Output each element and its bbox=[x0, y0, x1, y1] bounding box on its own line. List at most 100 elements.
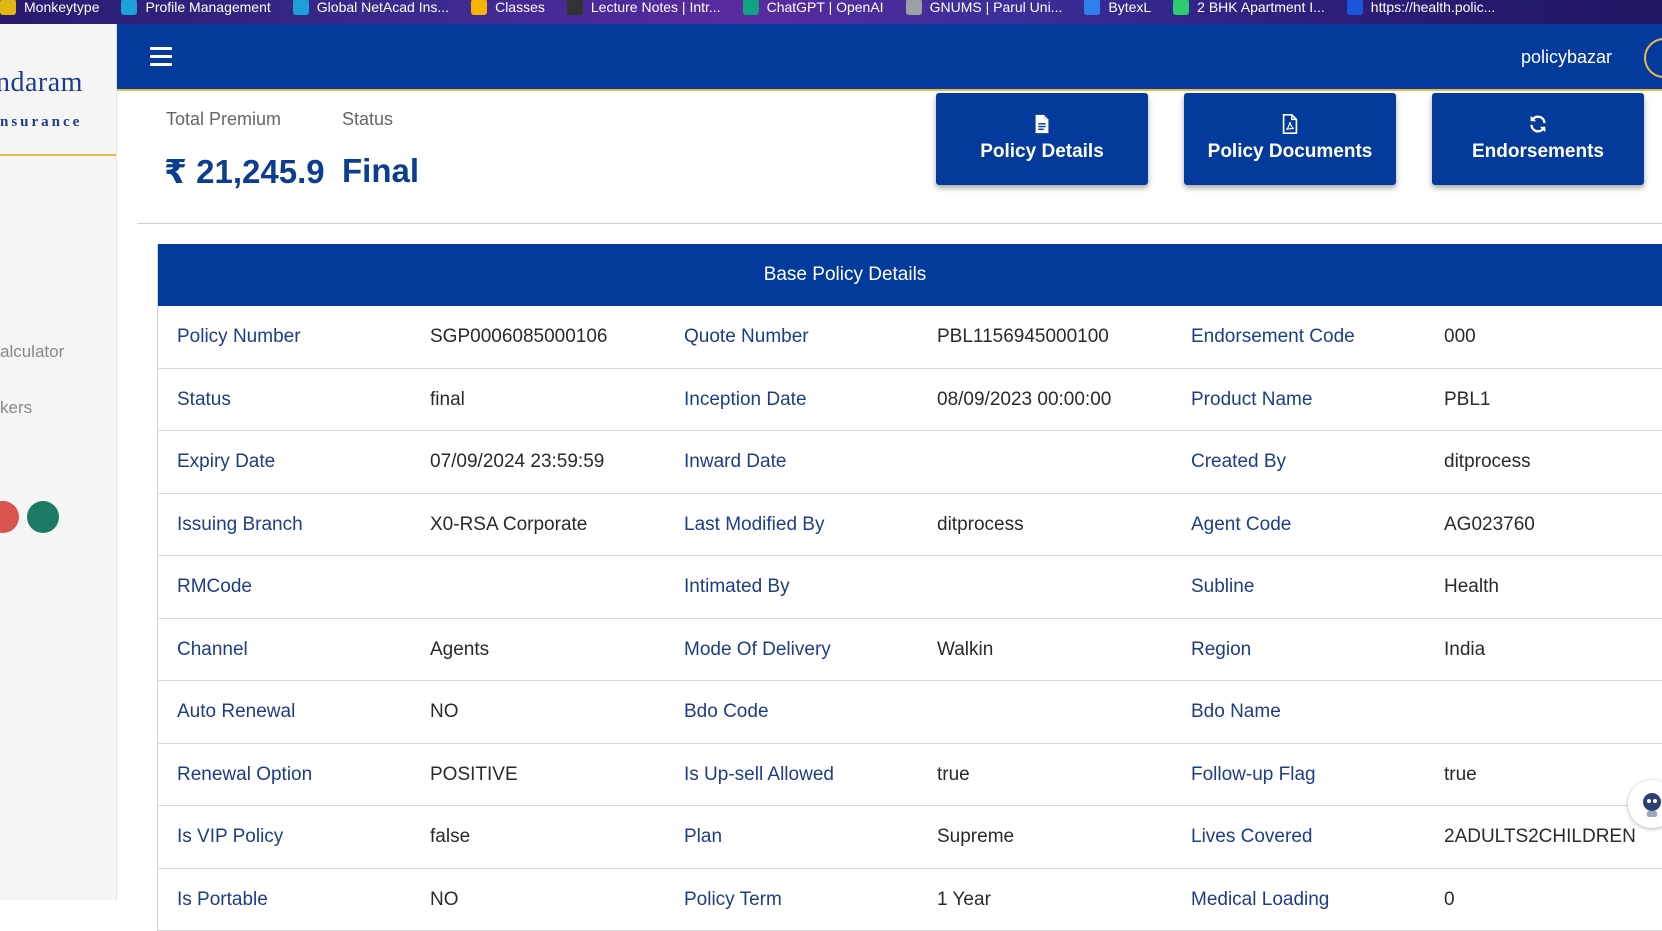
file-text-icon bbox=[1031, 113, 1053, 135]
globe-icon bbox=[906, 0, 922, 15]
bookmark-item[interactable]: 2 BHK Apartment I... bbox=[1173, 0, 1325, 15]
status-dot-green[interactable] bbox=[27, 501, 59, 533]
section-divider bbox=[137, 223, 1662, 224]
table-row: RMCode Intimated By Subline Health bbox=[158, 556, 1662, 619]
brand-name[interactable]: policybazar bbox=[1521, 47, 1612, 68]
table-row: ChannelAgentsMode Of DeliveryWalkinRegio… bbox=[158, 619, 1662, 682]
monkeytype-icon bbox=[0, 0, 16, 15]
field-label: Bdo Name bbox=[1191, 681, 1281, 743]
field-value: 2ADULTS2CHILDREN bbox=[1444, 806, 1636, 868]
field-value: false bbox=[430, 806, 470, 868]
field-value: Health bbox=[1444, 556, 1499, 618]
user-avatar[interactable] bbox=[1644, 38, 1662, 78]
bookmark-item[interactable]: ChatGPT | OpenAI bbox=[743, 0, 884, 15]
bookmark-item[interactable]: BytexL bbox=[1084, 0, 1151, 15]
field-label: Lives Covered bbox=[1191, 806, 1312, 868]
bookmark-label: GNUMS | Parul Uni... bbox=[930, 0, 1063, 14]
field-label: Inward Date bbox=[684, 431, 786, 493]
table-row: Status final Inception Date 08/09/2023 00:0… bbox=[158, 369, 1662, 432]
field-value: 07/09/2024 23:59:59 bbox=[430, 431, 604, 493]
policy-documents-label: Policy Documents bbox=[1184, 141, 1396, 163]
field-value: X0-RSA Corporate bbox=[430, 494, 587, 556]
field-label: Is VIP Policy bbox=[177, 806, 283, 868]
bookmark-label: Monkeytype bbox=[24, 0, 99, 14]
bookmark-label: 2 BHK Apartment I... bbox=[1197, 0, 1325, 14]
bookmark-item[interactable]: GNUMS | Parul Uni... bbox=[906, 0, 1063, 15]
field-label: Last Modified By bbox=[684, 494, 824, 556]
table-row: Renewal Option POSITIVE Is Up-sell Allowed… bbox=[158, 744, 1662, 807]
field-label: Follow-up Flag bbox=[1191, 744, 1316, 806]
bookmark-item[interactable]: Profile Management bbox=[121, 0, 270, 15]
field-value: Agents bbox=[430, 619, 489, 681]
field-label: Intimated By bbox=[684, 556, 790, 618]
field-label: Plan bbox=[684, 806, 722, 868]
bookmark-item[interactable]: https://health.polic... bbox=[1347, 0, 1496, 15]
table-row: Policy NumberSGP0006085000106Quote Numbe… bbox=[158, 306, 1662, 369]
field-value: POSITIVE bbox=[430, 744, 518, 806]
policy-details-button[interactable]: Policy Details bbox=[936, 93, 1148, 185]
policy-documents-button[interactable]: Policy Documents bbox=[1184, 93, 1396, 185]
field-value: SGP0006085000106 bbox=[430, 306, 608, 368]
field-value: PBL1 bbox=[1444, 369, 1490, 431]
ocw-icon bbox=[567, 0, 583, 15]
endorsements-button[interactable]: Endorsements bbox=[1432, 93, 1644, 185]
top-header: policybazar bbox=[117, 24, 1662, 91]
bookmark-label: https://health.polic... bbox=[1371, 0, 1496, 14]
logo-divider bbox=[0, 154, 117, 156]
chatbot-icon[interactable] bbox=[1628, 780, 1662, 828]
table-row: Auto Renewal NO Bdo Code Bdo Name bbox=[158, 681, 1662, 744]
bookmark-label: Lecture Notes | Intr... bbox=[591, 0, 721, 14]
field-label: Policy Number bbox=[177, 306, 301, 368]
bookmark-label: ChatGPT | OpenAI bbox=[767, 0, 884, 14]
field-label: Expiry Date bbox=[177, 431, 275, 493]
file-pdf-icon bbox=[1279, 113, 1301, 135]
field-label: Agent Code bbox=[1191, 494, 1291, 556]
cisco-icon bbox=[293, 0, 309, 15]
bookmark-item[interactable]: Monkeytype bbox=[0, 0, 99, 15]
field-value: PBL1156945000100 bbox=[937, 306, 1109, 368]
bookmark-item[interactable]: Lecture Notes | Intr... bbox=[567, 0, 721, 15]
field-label: Auto Renewal bbox=[177, 681, 295, 743]
cisco-icon bbox=[121, 0, 137, 15]
field-value: NO bbox=[430, 681, 459, 743]
bookmark-item[interactable]: Global NetAcad Ins... bbox=[293, 0, 449, 15]
sidebar-item-calculator[interactable]: alculator bbox=[0, 342, 64, 362]
bookmark-label: BytexL bbox=[1108, 0, 1151, 14]
field-label: RMCode bbox=[177, 556, 252, 618]
refresh-icon bbox=[1527, 113, 1549, 135]
field-label: Inception Date bbox=[684, 369, 807, 431]
field-label: Is Up-sell Allowed bbox=[684, 744, 834, 806]
field-label: Status bbox=[177, 369, 231, 431]
field-value: 000 bbox=[1444, 306, 1476, 368]
field-value: final bbox=[430, 369, 465, 431]
logo-text-top: ndaram bbox=[0, 67, 83, 99]
field-value: ditprocess bbox=[937, 494, 1024, 556]
field-value: Supreme bbox=[937, 806, 1014, 868]
field-value: India bbox=[1444, 619, 1485, 681]
field-label: Renewal Option bbox=[177, 744, 312, 806]
bookmark-label: Global NetAcad Ins... bbox=[317, 0, 449, 14]
bookmark-label: Classes bbox=[495, 0, 545, 14]
field-label: Subline bbox=[1191, 556, 1254, 618]
field-value: 08/09/2023 00:00:00 bbox=[937, 369, 1111, 431]
field-value: Walkin bbox=[937, 619, 993, 681]
table-title: Base Policy Details bbox=[158, 244, 1662, 306]
table-row: Expiry Date 07/09/2024 23:59:59 Inward Dat… bbox=[158, 431, 1662, 494]
sidebar: ndaram nsurance alculator kers bbox=[0, 24, 117, 900]
field-value: AG023760 bbox=[1444, 494, 1535, 556]
field-value: true bbox=[937, 744, 970, 806]
table-row: Is VIP Policy false Plan Supreme Lives Cover… bbox=[158, 806, 1662, 869]
field-label: Mode Of Delivery bbox=[684, 619, 831, 681]
bookmark-label: Profile Management bbox=[145, 0, 270, 14]
field-label: Created By bbox=[1191, 431, 1286, 493]
sidebar-item-trackers[interactable]: kers bbox=[0, 398, 32, 418]
field-label: Bdo Code bbox=[684, 681, 769, 743]
bookmarks-bar: Monkeytype Profile Management Global NetAc… bbox=[0, 0, 1662, 24]
classroom-icon bbox=[471, 0, 487, 15]
status-dot-red[interactable] bbox=[0, 501, 19, 533]
logo-text-bottom: nsurance bbox=[0, 114, 82, 131]
field-label: Channel bbox=[177, 619, 248, 681]
openai-icon bbox=[743, 0, 759, 15]
hamburger-icon[interactable] bbox=[150, 47, 172, 67]
bookmark-item[interactable]: Classes bbox=[471, 0, 545, 15]
